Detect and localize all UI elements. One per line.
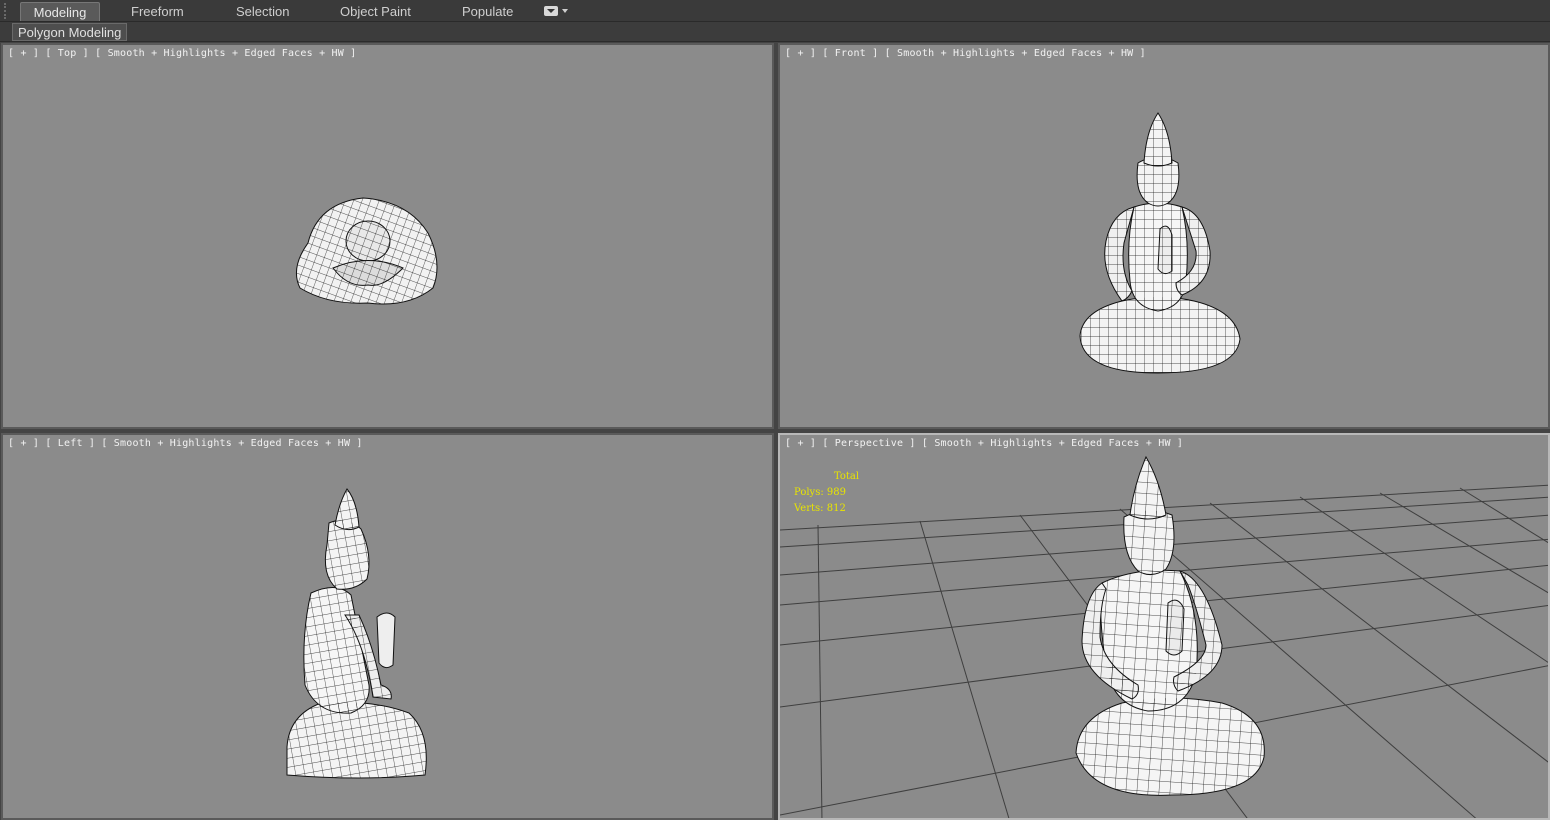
viewport-shading-menu[interactable]: [ Smooth + Highlights + Edged Faces + HW… — [922, 438, 1183, 449]
viewport-front[interactable]: [ + ] [ Front ] [ Smooth + Highlights + … — [778, 43, 1550, 429]
viewport-label: [ + ] [ Front ] [ Smooth + Highlights + … — [785, 48, 1146, 59]
statue-perspective-view — [1075, 455, 1265, 796]
tab-populate[interactable]: Populate — [452, 2, 523, 21]
viewport-view-menu[interactable]: [ Top ] — [45, 48, 89, 59]
viewport-plus-menu[interactable]: [ + ] — [785, 438, 816, 449]
viewport-perspective[interactable]: [ + ] [ Perspective ] [ Smooth + Highlig… — [778, 433, 1550, 820]
ribbon-tab-bar: Modeling Freeform Selection Object Paint… — [0, 0, 1550, 22]
viewport-left[interactable]: [ + ] [ Left ] [ Smooth + Highlights + E… — [1, 433, 774, 820]
viewport-shading-menu[interactable]: [ Smooth + Highlights + Edged Faces + HW… — [885, 48, 1146, 59]
ribbon-panel-bar: Polygon Modeling — [0, 22, 1550, 42]
viewport-label: [ + ] [ Top ] [ Smooth + Highlights + Ed… — [8, 48, 356, 59]
scene-statistics: Total Polys: 989 Verts: 812 — [794, 469, 859, 517]
viewport-shading-menu[interactable]: [ Smooth + Highlights + Edged Faces + HW… — [95, 48, 356, 59]
statue-left-view — [286, 488, 427, 779]
statue-front-view — [1079, 112, 1241, 374]
viewport-plus-menu[interactable]: [ + ] — [785, 48, 816, 59]
tab-selection[interactable]: Selection — [226, 2, 299, 21]
tab-freeform[interactable]: Freeform — [121, 2, 194, 21]
ribbon-options-icon — [544, 6, 558, 16]
statue-top-view — [295, 197, 438, 305]
stats-verts: Verts: 812 — [794, 503, 846, 514]
polygon-modeling-panel[interactable]: Polygon Modeling — [12, 23, 128, 41]
tab-object-paint[interactable]: Object Paint — [330, 2, 421, 21]
viewport-top[interactable]: [ + ] [ Top ] [ Smooth + Highlights + Ed… — [1, 43, 774, 429]
viewport-plus-menu[interactable]: [ + ] — [8, 48, 39, 59]
ribbon-options-dropdown[interactable] — [544, 6, 570, 18]
viewport-label: [ + ] [ Left ] [ Smooth + Highlights + E… — [8, 438, 363, 449]
stats-total-header: Total — [834, 471, 860, 482]
viewport-label: [ + ] [ Perspective ] [ Smooth + Highlig… — [785, 438, 1183, 449]
viewport-plus-menu[interactable]: [ + ] — [8, 438, 39, 449]
viewport-view-menu[interactable]: [ Left ] — [45, 438, 95, 449]
chevron-down-icon — [562, 9, 568, 13]
stats-polys: Polys: 989 — [794, 487, 846, 498]
viewport-shading-menu[interactable]: [ Smooth + Highlights + Edged Faces + HW… — [101, 438, 362, 449]
viewport-view-menu[interactable]: [ Perspective ] — [822, 438, 915, 449]
viewport-view-menu[interactable]: [ Front ] — [822, 48, 878, 59]
ribbon-grip-handle[interactable] — [4, 3, 10, 19]
tab-modeling[interactable]: Modeling — [20, 2, 100, 21]
